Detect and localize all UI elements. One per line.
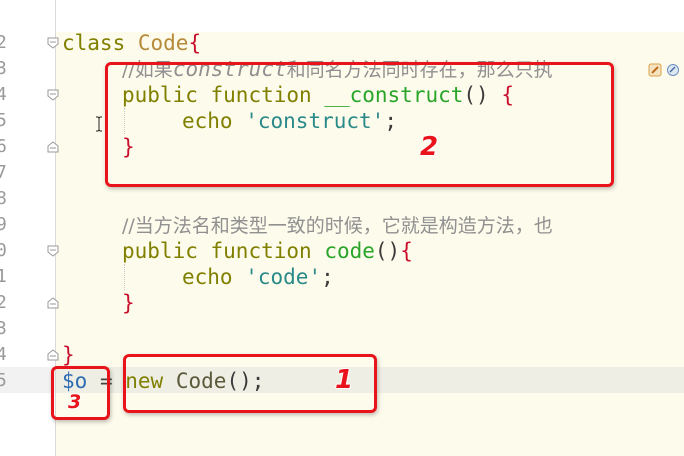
editor-top-area	[56, 0, 684, 32]
line-number: 4	[0, 344, 7, 365]
line-number: 5	[0, 110, 7, 131]
line-number: 3	[0, 318, 7, 339]
line-number: 9	[0, 214, 7, 235]
line-number: 0	[0, 240, 7, 261]
code-line-class-closing-brace[interactable]: }	[62, 342, 75, 368]
text-cursor-icon	[95, 116, 103, 136]
class-name: Code	[137, 31, 189, 55]
code-line-method-declaration[interactable]: public function code(){	[122, 238, 413, 264]
fold-end-marker-icon[interactable]	[47, 297, 59, 309]
current-line-gutter-highlight	[0, 367, 55, 393]
comment-text: //当方法名和类型一致的时候，它就是构造方法，也	[122, 215, 553, 237]
annotation-number-two: 2	[420, 132, 439, 162]
code-line-closing-brace[interactable]: }	[122, 290, 135, 316]
brace: {	[400, 239, 413, 263]
inspection-hint-icon[interactable]	[648, 62, 662, 77]
annotation-box-constructor	[105, 62, 614, 187]
inspection-hint-icon[interactable]	[666, 62, 680, 76]
semicolon: ;	[321, 265, 334, 289]
string-literal: 'code'	[245, 265, 322, 289]
line-number: 4	[0, 84, 7, 105]
line-number: 7	[0, 162, 7, 183]
line-number: 8	[0, 188, 7, 209]
fold-end-marker-icon[interactable]	[47, 349, 59, 361]
line-number: 1	[0, 266, 7, 287]
code-line-echo-code[interactable]: echo 'code';	[182, 264, 334, 290]
annotation-number-three: 3	[68, 391, 82, 413]
keyword-echo: echo	[182, 265, 233, 289]
fold-marker-icon[interactable]	[47, 37, 59, 49]
code-line-class-declaration[interactable]: class Code{	[62, 30, 201, 56]
brace: }	[122, 291, 135, 315]
indent-guide	[124, 264, 125, 290]
brace: }	[62, 343, 75, 367]
code-editor[interactable]: 2 3 4 5 6 7 8 9 0 1 2 3 4 5 class Code{ …	[0, 0, 684, 456]
fold-marker-icon[interactable]	[47, 245, 59, 257]
parens: ()	[374, 239, 401, 263]
code-line-comment[interactable]: //当方法名和类型一致的时候，它就是构造方法，也	[122, 212, 553, 239]
keyword-function: function	[210, 239, 312, 263]
line-number: 6	[0, 136, 7, 157]
annotation-number-one: 1	[335, 365, 354, 395]
line-number: 2	[0, 292, 7, 313]
line-number: 5	[0, 370, 7, 391]
line-number: 3	[0, 58, 7, 79]
brace: {	[188, 31, 202, 55]
fold-end-marker-icon[interactable]	[47, 141, 59, 153]
keyword-class: class	[62, 31, 126, 55]
line-number: 2	[0, 32, 7, 53]
fold-marker-icon[interactable]	[47, 89, 59, 101]
keyword-public: public	[122, 239, 198, 263]
method-name: code	[324, 239, 375, 263]
